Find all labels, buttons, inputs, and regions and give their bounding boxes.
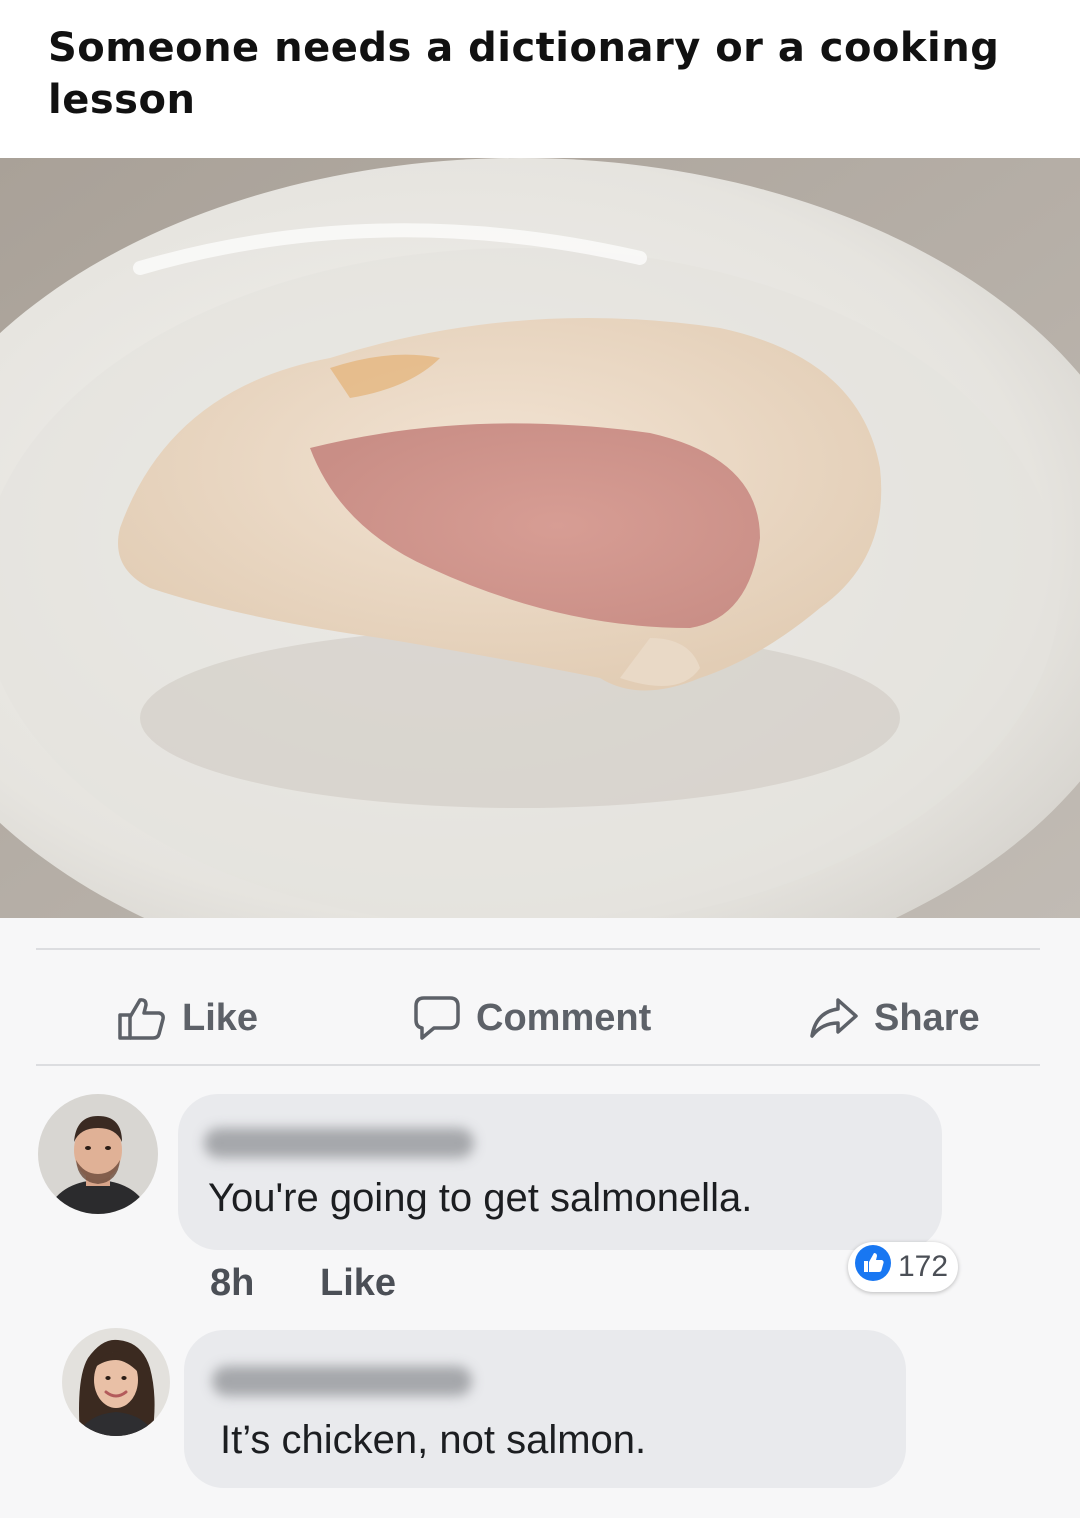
top-divider [36,948,1040,950]
post-photo [0,158,1080,918]
share-arrow-icon [808,996,860,1040]
commenter-avatar-1[interactable] [38,1094,158,1214]
reaction-count-badge[interactable]: 172 [848,1242,959,1292]
comment-text-2: It’s chicken, not salmon. [220,1418,647,1462]
like-label: Like [182,996,259,1039]
share-label: Share [874,996,980,1039]
facebook-post-footer: Like Comment Share You're going to get s… [0,918,1080,1518]
like-button[interactable]: Like [116,988,258,1048]
post-caption: Someone needs a dictionary or a cooking … [48,25,1000,123]
comment-button[interactable]: Comment [412,988,651,1048]
comment-bubble-1: You're going to get salmonella. [178,1094,942,1250]
comment-like-button-1[interactable]: Like [320,1262,396,1305]
comment-bubble-icon [412,994,462,1042]
blurred-commenter-name-2 [212,1366,472,1396]
like-reaction-icon [854,1244,892,1290]
thumbs-up-icon [116,995,168,1041]
comment-bubble-2: It’s chicken, not salmon. [184,1330,906,1488]
blurred-commenter-name-1 [204,1128,474,1158]
reaction-count: 172 [898,1250,949,1283]
comment-time-1: 8h [210,1262,255,1304]
actions-divider [36,1064,1040,1066]
commenter-avatar-2[interactable] [62,1328,170,1436]
comment-text-1: You're going to get salmonella. [208,1176,753,1220]
share-button[interactable]: Share [808,988,980,1048]
comment-label: Comment [476,996,652,1039]
